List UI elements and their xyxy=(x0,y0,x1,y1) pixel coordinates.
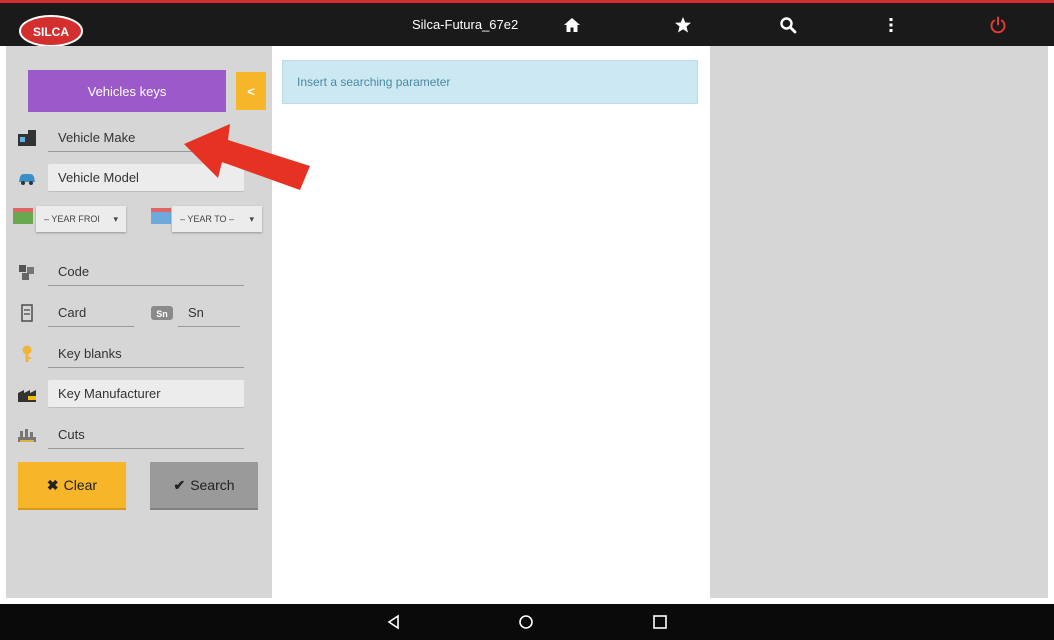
year-from-select[interactable]: – YEAR FROI ▾ xyxy=(36,206,126,232)
dropdown-arrow-icon: ▾ xyxy=(249,213,254,224)
card-row: Card xyxy=(16,299,134,327)
key-blanks-row: Key blanks xyxy=(16,340,244,368)
code-icon xyxy=(19,265,34,280)
vehicles-keys-button[interactable]: Vehicles keys xyxy=(28,70,226,112)
sn-input[interactable]: Sn xyxy=(178,299,240,327)
vehicle-make-icon xyxy=(18,130,36,146)
year-to-select[interactable]: – YEAR TO – ▾ xyxy=(172,206,262,232)
search-icon[interactable] xyxy=(778,15,798,35)
check-icon: ✔ xyxy=(173,476,186,493)
card-icon xyxy=(21,304,33,322)
android-nav-bar xyxy=(0,604,1054,640)
svg-text:SILCA: SILCA xyxy=(33,25,69,39)
code-input[interactable]: Code xyxy=(48,258,244,286)
serial-number-icon: Sn xyxy=(151,306,173,320)
cuts-row: Cuts xyxy=(16,421,244,449)
key-icon xyxy=(22,345,32,362)
top-app-bar: SILCA Silca-Futura_67e2 xyxy=(0,0,1054,47)
calendar-to-icon xyxy=(151,208,171,224)
search-button[interactable]: ✔ Search xyxy=(150,462,258,510)
clear-button[interactable]: ✖ Clear xyxy=(18,462,126,510)
factory-icon xyxy=(18,390,36,402)
car-icon xyxy=(19,174,35,185)
recents-icon[interactable] xyxy=(652,614,668,630)
annotation-arrow-icon xyxy=(184,124,310,190)
info-message: Insert a searching parameter xyxy=(282,60,698,104)
collapse-sidebar-button[interactable]: < xyxy=(236,72,266,110)
device-title: Silca-Futura_67e2 xyxy=(412,17,519,32)
detail-panel xyxy=(710,46,1054,598)
sn-row: Sn Sn xyxy=(150,299,240,327)
code-row: Code xyxy=(16,258,244,286)
key-blanks-input[interactable]: Key blanks xyxy=(48,340,244,368)
dropdown-arrow-icon: ▾ xyxy=(113,213,118,224)
star-icon[interactable] xyxy=(673,15,693,35)
back-icon[interactable] xyxy=(386,614,402,630)
calendar-from-icon xyxy=(13,208,33,224)
home-icon[interactable] xyxy=(562,15,582,35)
more-vert-icon[interactable] xyxy=(881,15,901,35)
svg-text:Sn: Sn xyxy=(156,309,168,319)
close-icon: ✖ xyxy=(46,476,59,493)
power-icon[interactable] xyxy=(988,15,1008,35)
cuts-icon xyxy=(18,429,36,442)
card-input[interactable]: Card xyxy=(48,299,134,327)
results-panel: Insert a searching parameter xyxy=(272,46,710,598)
key-manufacturer-input[interactable]: Key Manufacturer xyxy=(48,380,244,408)
key-manufacturer-row: Key Manufacturer xyxy=(16,380,244,408)
cuts-input[interactable]: Cuts xyxy=(48,421,244,449)
home-nav-icon[interactable] xyxy=(518,614,534,630)
